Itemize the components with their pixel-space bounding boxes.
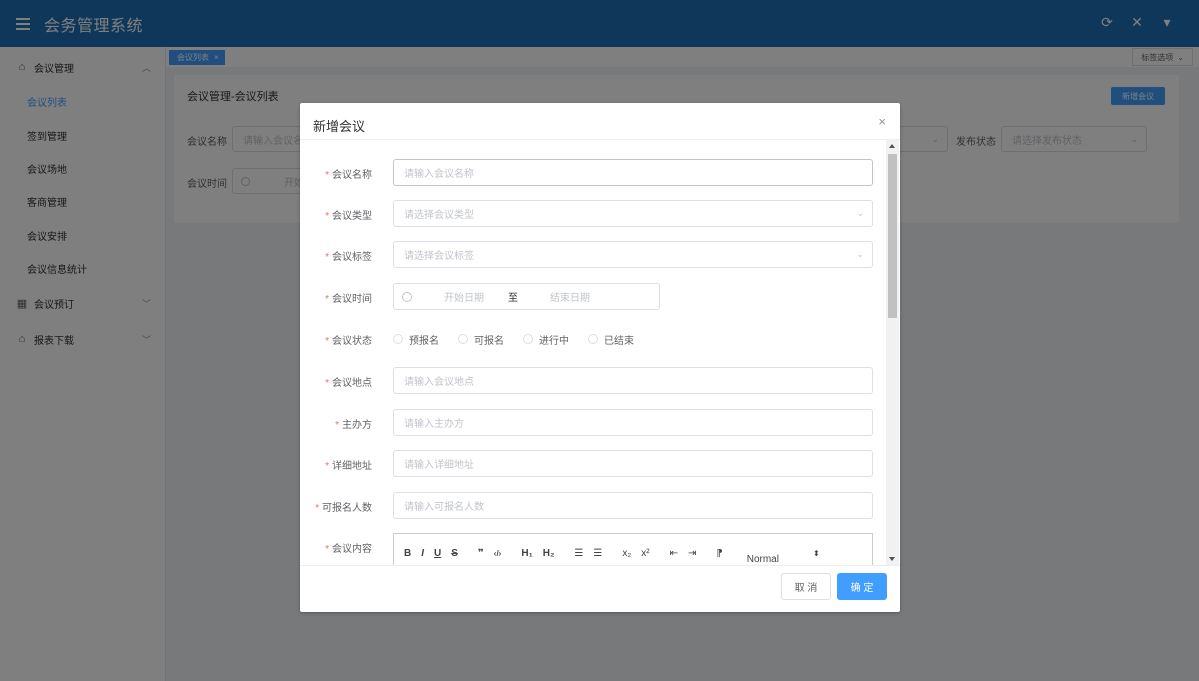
outdent-button[interactable]: ⇤ xyxy=(670,548,678,559)
form-row-capacity: * 可报名人数 请输入可报名人数 xyxy=(300,492,886,520)
form-row-type: * 会议类型 请选择会议类型 ⌄ xyxy=(300,200,886,228)
radio-circle xyxy=(458,334,468,344)
field-label: 会议地点 xyxy=(332,378,372,389)
field-label: 会议名称 xyxy=(332,170,372,181)
address-input[interactable]: 请输入详细地址 xyxy=(393,450,873,477)
radio-label: 进行中 xyxy=(539,335,569,347)
dialog-footer: 取 消 确 定 xyxy=(300,565,900,612)
meeting-tag-select[interactable]: 请选择会议标签 ⌄ xyxy=(393,241,873,268)
scroll-down-icon[interactable] xyxy=(889,557,895,561)
status-radio-preregister[interactable]: 预报名 xyxy=(393,332,439,347)
radio-label: 可报名 xyxy=(474,335,504,347)
add-meeting-dialog: 新增会议 × * 会议名称 请输入会议名称 * 会议类型 请选择会议类型 ⌄ * 会议… xyxy=(300,103,900,612)
clock-icon xyxy=(402,291,412,302)
form-row-host: * 主办方 请输入主办方 xyxy=(300,409,886,437)
strike-button[interactable]: S xyxy=(451,548,458,559)
dialog-scrollbar[interactable] xyxy=(886,140,899,565)
select-placeholder: 请选择会议类型 xyxy=(404,210,474,221)
subscript-button[interactable]: x₂ xyxy=(622,548,631,559)
status-radio-open[interactable]: 可报名 xyxy=(458,332,504,347)
field-label: 详细地址 xyxy=(332,461,372,472)
status-radio-ongoing[interactable]: 进行中 xyxy=(523,332,569,347)
field-label: 会议状态 xyxy=(332,336,372,347)
code-block-button[interactable]: ‹/› xyxy=(494,549,502,558)
radio-circle xyxy=(393,334,403,344)
host-input[interactable]: 请输入主办方 xyxy=(393,409,873,436)
radio-label: 预报名 xyxy=(409,335,439,347)
select-arrows-icon: ⬍ xyxy=(812,549,820,558)
field-label: 会议内容 xyxy=(332,544,372,555)
superscript-button[interactable]: x² xyxy=(641,548,649,559)
form-row-content: * 会议内容 B I U S ❞ ‹/› H₁ H₂ ☰ ☰ x₂ x² ⇤ ⇥ … xyxy=(300,533,886,565)
meeting-date-range-picker[interactable]: 开始日期 至 结束日期 xyxy=(393,283,660,310)
form-row-status: * 会议状态 预报名 可报名 进行中 已结束 xyxy=(300,325,886,353)
form-row-time: * 会议时间 开始日期 至 结束日期 xyxy=(300,283,886,311)
bold-button[interactable]: B xyxy=(404,548,411,559)
indent-button[interactable]: ⇥ xyxy=(688,548,696,559)
select-placeholder: 请选择会议标签 xyxy=(404,251,474,262)
chevron-down-icon: ⌄ xyxy=(856,249,864,259)
scrollbar-thumb[interactable] xyxy=(888,154,897,318)
bullet-list-button[interactable]: ☰ xyxy=(593,548,602,559)
meeting-name-input[interactable]: 请输入会议名称 xyxy=(393,159,873,186)
italic-button[interactable]: I xyxy=(421,548,424,559)
date-start: 开始日期 xyxy=(444,293,484,304)
rich-text-toolbar: B I U S ❞ ‹/› H₁ H₂ ☰ ☰ x₂ x² ⇤ ⇥ ⁋ Norm… xyxy=(393,533,873,565)
text-direction-button[interactable]: ⁋ xyxy=(716,548,722,559)
capacity-input[interactable]: 请输入可报名人数 xyxy=(393,492,873,519)
field-label: 主办方 xyxy=(342,420,372,431)
meeting-location-input[interactable]: 请输入会议地点 xyxy=(393,367,873,394)
h1-button[interactable]: H₁ xyxy=(521,548,532,559)
blockquote-button[interactable]: ❞ xyxy=(478,548,484,559)
radio-circle xyxy=(588,334,598,344)
h2-button[interactable]: H₂ xyxy=(543,548,555,559)
form-row-location: * 会议地点 请输入会议地点 xyxy=(300,367,886,395)
font-size-select[interactable]: Normal xyxy=(747,554,779,565)
cancel-button[interactable]: 取 消 xyxy=(781,573,831,600)
field-label: 可报名人数 xyxy=(322,503,372,514)
dialog-header: 新增会议 × xyxy=(300,103,900,140)
status-radio-ended[interactable]: 已结束 xyxy=(588,332,634,347)
field-label: 会议时间 xyxy=(332,294,372,305)
ordered-list-button[interactable]: ☰ xyxy=(574,548,583,559)
meeting-type-select[interactable]: 请选择会议类型 ⌄ xyxy=(393,200,873,227)
underline-button[interactable]: U xyxy=(434,548,441,559)
confirm-button[interactable]: 确 定 xyxy=(837,573,887,600)
status-radio-group: 预报名 可报名 进行中 已结束 xyxy=(393,325,653,353)
date-end: 结束日期 xyxy=(550,293,590,304)
field-label: 会议标签 xyxy=(332,252,372,263)
radio-label: 已结束 xyxy=(604,335,634,347)
chevron-down-icon: ⌄ xyxy=(856,208,864,218)
form-row-address: * 详细地址 请输入详细地址 xyxy=(300,450,886,478)
field-label: 会议类型 xyxy=(332,211,372,222)
dialog-body: * 会议名称 请输入会议名称 * 会议类型 请选择会议类型 ⌄ * 会议标签 请选择会… xyxy=(300,140,900,565)
scroll-up-icon[interactable] xyxy=(889,144,895,148)
form-row-tag: * 会议标签 请选择会议标签 ⌄ xyxy=(300,241,886,269)
radio-circle xyxy=(523,334,533,344)
close-icon[interactable]: × xyxy=(878,114,886,129)
date-separator: 至 xyxy=(508,293,518,304)
form-row-name: * 会议名称 请输入会议名称 xyxy=(300,159,886,187)
dialog-title: 新增会议 xyxy=(313,119,366,134)
